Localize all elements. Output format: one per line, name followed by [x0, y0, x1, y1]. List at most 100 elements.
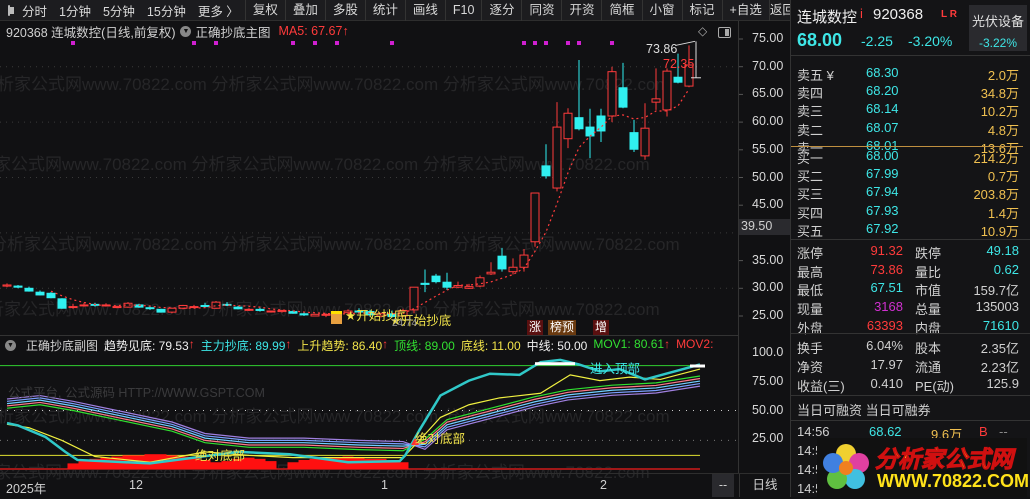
order-book-row[interactable]: 买一 68.00 214.2万: [791, 148, 1030, 166]
stat-label: 流通: [915, 360, 942, 375]
up-arrow-icon: ↑: [382, 336, 389, 351]
quote-panel: 连城数控 i 920368 L R 光伏设备 -3.22% 68.00 -2.2…: [790, 0, 1030, 497]
level-price: 67.92: [866, 220, 899, 236]
order-book-row[interactable]: 卖三 68.14 10.2万: [791, 101, 1030, 119]
price-tick-label: 35.00: [752, 252, 784, 267]
sub-tick-label: 25.00: [752, 431, 784, 446]
simple-frame-button[interactable]: 简框: [601, 0, 641, 21]
high2-label: 72.35: [663, 57, 695, 71]
candle-up: [2, 284, 12, 287]
stat-value: 6.04%: [866, 338, 903, 353]
candle-up: [475, 277, 485, 287]
price-tick-label: 65.00: [752, 86, 784, 101]
stock-title: 920368 连城数控(日线,前复权): [6, 25, 176, 40]
chevron-down-icon[interactable]: ▼: [5, 339, 16, 351]
sidebar-toggle-icon[interactable]: [8, 4, 14, 16]
candle-up: [662, 70, 672, 111]
candle-down: [673, 76, 683, 83]
scroll-button[interactable]: --: [712, 474, 734, 497]
price-tick-label: 75.00: [752, 31, 784, 45]
level-price: 68.07: [866, 119, 899, 135]
top-signal-label: 进入顶部: [590, 362, 641, 376]
level-label: 买二: [797, 169, 824, 185]
tick-button[interactable]: 逐分: [481, 0, 521, 21]
high-label: 73.86: [646, 42, 678, 56]
period-1min[interactable]: 1分钟: [53, 1, 97, 20]
order-book-row[interactable]: 买四 67.93 1.4万: [791, 203, 1030, 221]
level-label: 卖三: [797, 104, 824, 120]
level-label: 买三: [797, 187, 824, 203]
tag-increase[interactable]: 增: [593, 320, 610, 335]
order-book-row[interactable]: 买五 67.92 10.9万: [791, 221, 1030, 239]
stats-button[interactable]: 统计: [364, 0, 405, 21]
percent-change: -3.20%: [908, 33, 953, 49]
diamond-icon[interactable]: ◇: [698, 24, 707, 38]
stock-code: 920368: [873, 6, 924, 23]
candle-down: [57, 298, 67, 309]
sub-tick-label: 75.00: [752, 373, 784, 388]
toolbar: 分时 1分钟 5分钟 15分钟 更多 〉 复权 叠加 多股 统计 画线 F10 …: [0, 0, 795, 21]
candle-down: [24, 287, 34, 292]
candle-up: [552, 126, 562, 189]
stat-row: 收益(三) 0.410 PE(动) 125.9: [791, 376, 1030, 394]
mark-button[interactable]: 标记: [681, 0, 722, 21]
sub-indicator-name[interactable]: 正确抄底副图: [26, 337, 98, 354]
order-book-row[interactable]: 卖五 ¥ 68.30 2.0万: [791, 65, 1030, 83]
candle-down: [145, 307, 155, 310]
small-window-button[interactable]: 小窗: [641, 0, 682, 21]
logo-url: WWW.70822.COM: [877, 471, 1030, 491]
axis-divider: [738, 21, 739, 473]
tick-side: B: [979, 424, 988, 439]
period-minute[interactable]: 分时: [16, 1, 53, 20]
tag-ranking[interactable]: 榜预: [548, 320, 577, 335]
open-capital-button[interactable]: 开资: [561, 0, 601, 21]
chevron-down-icon[interactable]: ▼: [180, 25, 192, 37]
sector-name: 光伏设备: [971, 14, 1024, 29]
level-volume: 10.2万: [980, 104, 1019, 120]
sub-tick-label: 50.00: [752, 402, 784, 417]
period-15min[interactable]: 15分钟: [141, 1, 192, 20]
stat-label: 总量: [915, 302, 942, 318]
sub-legend: ▼ 正确抄底副图 趋势见底: 79.53 ↑ 主力抄底: 89.99 ↑ 上升趋势: 8…: [0, 337, 713, 353]
histogram-bar: [100, 457, 112, 469]
stat-value: 2.23亿: [980, 360, 1019, 375]
candle-down: [13, 285, 23, 288]
multi-stock-button[interactable]: 多股: [324, 0, 365, 21]
overlay-button[interactable]: 叠加: [284, 0, 325, 21]
period-selector[interactable]: 日线: [739, 474, 790, 497]
info-icon[interactable]: i: [860, 6, 863, 21]
f10-button[interactable]: F10: [444, 0, 482, 21]
up-arrow-icon: ↑: [664, 336, 671, 351]
price-tick-label: 70.00: [752, 58, 784, 73]
panel-icon[interactable]: [718, 27, 731, 38]
histogram-bar: [309, 458, 321, 469]
bottom-signal-label: 绝对底部: [195, 449, 246, 463]
add-watchlist-button[interactable]: +自选: [721, 0, 769, 21]
candle-down: [629, 132, 639, 150]
main-indicator-name[interactable]: 正确抄底主图: [195, 22, 270, 41]
stat-value: 0.410: [870, 376, 903, 391]
stat-value: 73.86: [870, 261, 903, 277]
kline-chart[interactable]: [0, 0, 790, 497]
tag-limit-up[interactable]: 涨: [527, 320, 544, 335]
period-5min[interactable]: 5分钟: [97, 1, 141, 20]
candle-up: [189, 306, 199, 309]
logo: 分析家公式网 WWW.70822.COM: [817, 438, 1030, 497]
level-volume: 203.8万: [973, 187, 1019, 203]
adjust-button[interactable]: 复权: [244, 0, 285, 21]
order-book-row[interactable]: 卖四 68.20 34.8万: [791, 83, 1030, 101]
order-book-row[interactable]: 卖二 68.07 4.8万: [791, 120, 1030, 138]
stat-row: 现量 3168 总量 135003: [791, 299, 1030, 317]
candle-up: [640, 127, 650, 157]
level-volume: 4.8万: [987, 122, 1019, 138]
candle-down: [233, 306, 243, 310]
candle-up: [651, 98, 661, 103]
order-book-row[interactable]: 买三 67.94 203.8万: [791, 184, 1030, 202]
bottom-signal-label: 绝对底部: [415, 432, 466, 446]
period-more[interactable]: 更多 〉: [192, 1, 245, 20]
top-highlight: [690, 364, 705, 368]
candle-up: [563, 112, 573, 140]
draw-button[interactable]: 画线: [404, 0, 445, 21]
same-capital-button[interactable]: 同资: [521, 0, 561, 21]
order-book-row[interactable]: 买二 67.99 0.7万: [791, 166, 1030, 184]
